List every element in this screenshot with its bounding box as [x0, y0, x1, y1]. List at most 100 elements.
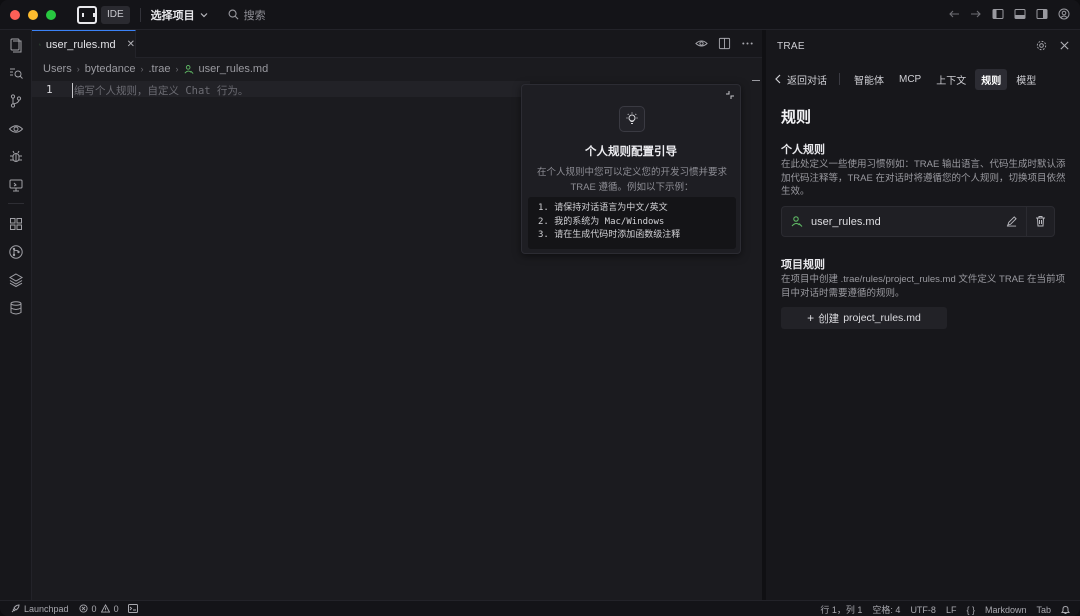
personal-rules-description: 在此处定义一些使用习惯例如：TRAE 输出语言、代码生成时默认添加代码注释等，T…: [781, 159, 1066, 197]
breadcrumb-item[interactable]: Users: [43, 63, 72, 75]
project-selector[interactable]: 选择项目: [151, 7, 208, 23]
breadcrumb-item[interactable]: bytedance: [85, 63, 136, 75]
arrow-right-icon[interactable]: [970, 8, 982, 20]
chevron-right-icon: ›: [140, 64, 144, 74]
guide-title: 个人规则配置引导: [585, 146, 677, 158]
search-box[interactable]: 搜索: [228, 7, 266, 23]
toggle-secondary-sidebar-icon[interactable]: [1036, 8, 1048, 20]
panel-nav: 返回对话 智能体 MCP 上下文 规则 模型: [774, 68, 1045, 90]
extensions-icon[interactable]: [8, 216, 24, 232]
tab-context[interactable]: 上下文: [930, 69, 972, 90]
breadcrumb-item[interactable]: .trae: [149, 63, 171, 75]
warning-count[interactable]: 0: [114, 604, 119, 614]
warning-icon[interactable]: [100, 604, 110, 613]
editor-input[interactable]: 编写个人规则，自定义 Chat 行为。: [72, 83, 248, 98]
chevron-right-icon: ›: [76, 64, 80, 74]
project-rules-description: 在项目中创建 .trae/rules/project_rules.md 文件定义…: [781, 274, 1065, 299]
debug-icon[interactable]: [8, 149, 24, 165]
lightbulb-icon: [619, 106, 645, 132]
create-project-rules-button[interactable]: + 创建 project_rules.md: [781, 307, 947, 329]
error-count[interactable]: 0: [92, 604, 97, 614]
project-selector-label: 选择项目: [150, 9, 195, 22]
arrow-left-icon[interactable]: [948, 8, 960, 20]
guide-description: 在个人规则中您可以定义您的开发习惯并要求 TRAE 遵循。例如以下示例：: [536, 167, 727, 193]
editor-tab-strip: user_rules.md ✕: [32, 30, 762, 58]
create-file-name: project_rules.md: [843, 312, 921, 324]
tab-mcp[interactable]: MCP: [893, 71, 927, 88]
tab-label: user_rules.md: [45, 38, 116, 51]
layers-icon[interactable]: [8, 272, 24, 288]
mode-badge[interactable]: IDE: [101, 5, 130, 24]
error-icon[interactable]: [78, 604, 88, 613]
indentation[interactable]: 空格: 4: [872, 603, 900, 616]
guide-example-item: 3. 请在生成代码时添加函数级注释: [538, 230, 681, 240]
status-bar: Launchpad 0 0 行 1，列 1 空格: 4 UTF-8 LF { }…: [0, 600, 1080, 616]
chevron-right-icon: ›: [175, 64, 179, 74]
nav-divider: [839, 73, 840, 85]
launchpad-label[interactable]: Launchpad: [24, 604, 69, 614]
trae-logo-icon: [77, 5, 97, 24]
remote-monitor-icon[interactable]: [8, 177, 24, 193]
chevron-down-icon: [200, 12, 208, 17]
user-rules-file-card[interactable]: user_rules.md: [781, 206, 1055, 237]
back-label: 返回对话: [787, 75, 827, 87]
search-label: 搜索: [243, 9, 266, 22]
tab-agents[interactable]: 智能体: [848, 69, 890, 90]
preview-icon[interactable]: [695, 37, 708, 50]
gear-icon[interactable]: [1036, 40, 1047, 51]
title-divider: [139, 7, 141, 22]
toggle-panel-icon[interactable]: [1014, 8, 1026, 20]
guide-example-item: 2. 我的系统为 Mac/Windows: [538, 216, 665, 227]
git-graph-icon[interactable]: [8, 244, 24, 260]
status-left: Launchpad 0 0: [10, 604, 138, 614]
line-ending[interactable]: LF: [946, 605, 957, 615]
database-icon[interactable]: [8, 300, 24, 316]
search-code-icon[interactable]: [8, 65, 24, 81]
rules-guide-card: 个人规则配置引导 在个人规则中您可以定义您的开发习惯并要求 TRAE 遵循。例如…: [521, 84, 741, 254]
breadcrumb: Users › bytedance › .trae › user_rules.m…: [43, 63, 268, 75]
braces-indicator[interactable]: { }: [966, 605, 975, 615]
guide-examples: 1. 请保持对话语言为中文/英文 2. 我的系统为 Mac/Windows 3.…: [528, 197, 736, 249]
window-controls: [10, 9, 56, 20]
trash-icon[interactable]: [1035, 215, 1046, 227]
encoding[interactable]: UTF-8: [910, 605, 936, 615]
minimap-marker: [752, 80, 760, 81]
status-right: 行 1，列 1 空格: 4 UTF-8 LF { } Markdown Tab: [820, 603, 1070, 616]
bell-icon[interactable]: [1061, 605, 1070, 615]
personal-rules-title: 个人规则: [781, 144, 825, 156]
more-actions-icon[interactable]: [741, 37, 754, 50]
user-file-icon: [184, 65, 194, 74]
edit-icon[interactable]: [1006, 216, 1017, 227]
minimize-window-button[interactable]: [28, 9, 38, 20]
line-number: 1: [46, 83, 53, 96]
card-divider: [1026, 207, 1027, 236]
collapse-icon[interactable]: [725, 90, 735, 100]
back-to-chat-button[interactable]: 返回对话: [774, 72, 827, 87]
trae-panel: TRAE 返回对话 智能体 MCP 上下文 规则 模型 规则 个人规则 在此处定…: [766, 30, 1080, 600]
account-icon[interactable]: [1058, 8, 1070, 20]
maximize-window-button[interactable]: [46, 9, 56, 20]
plus-icon: +: [807, 311, 815, 325]
editor-area: user_rules.md ✕ Users › bytedance › .tra…: [32, 30, 762, 600]
preview-eye-icon[interactable]: [8, 121, 24, 137]
tab-mode[interactable]: Tab: [1036, 605, 1051, 615]
cursor-position[interactable]: 行 1，列 1: [820, 603, 862, 616]
toggle-sidebar-icon[interactable]: [992, 8, 1004, 20]
page-title: 规则: [781, 109, 812, 126]
close-icon[interactable]: [1059, 40, 1070, 51]
tab-user-rules[interactable]: user_rules.md ✕: [32, 30, 136, 58]
language-mode[interactable]: Markdown: [985, 605, 1027, 615]
close-tab-icon[interactable]: ✕: [127, 39, 135, 50]
search-icon: [228, 9, 239, 20]
terminal-icon[interactable]: [127, 604, 138, 613]
source-control-icon[interactable]: [8, 93, 24, 109]
activity-divider: [8, 203, 24, 204]
tab-models[interactable]: 模型: [1010, 69, 1042, 90]
tab-rules[interactable]: 规则: [975, 68, 1008, 90]
split-editor-icon[interactable]: [718, 37, 731, 50]
explorer-icon[interactable]: [8, 37, 24, 53]
create-prefix: 创建: [818, 312, 840, 325]
activity-bar: [0, 30, 32, 600]
close-window-button[interactable]: [10, 9, 20, 20]
breadcrumb-item[interactable]: user_rules.md: [199, 63, 269, 75]
